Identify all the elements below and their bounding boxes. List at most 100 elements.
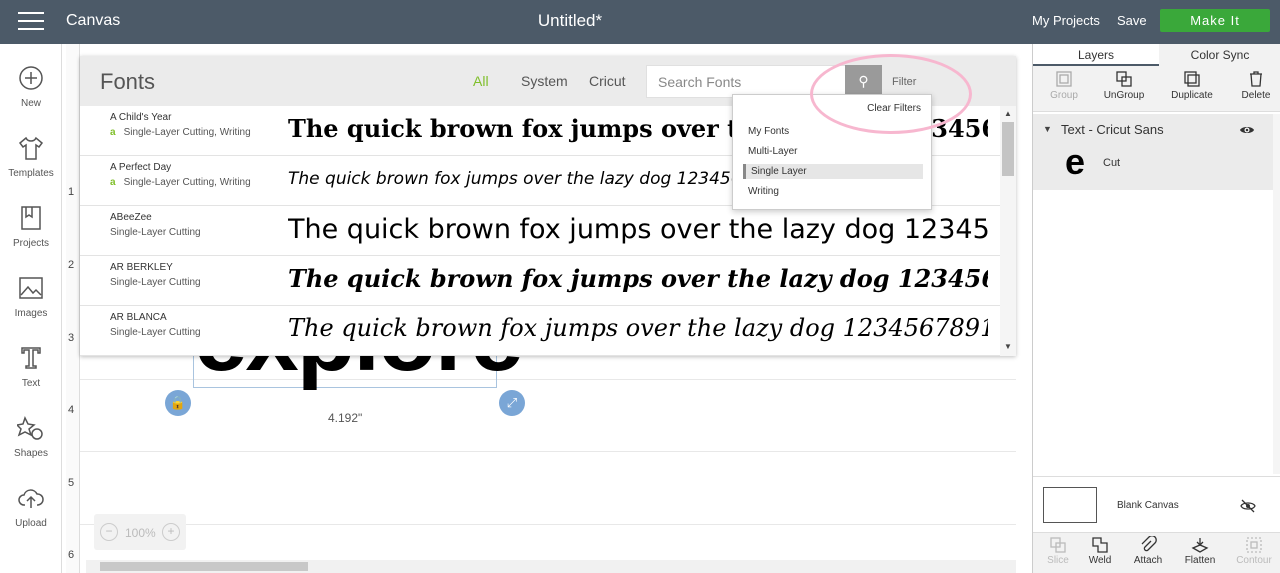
font-meta-text: Single-Layer Cutting, Writing — [123, 177, 251, 188]
ungroup-icon — [1116, 71, 1132, 87]
attach-label: Attach — [1133, 555, 1163, 566]
new-button[interactable]: New — [0, 64, 62, 109]
ungroup-label: UnGroup — [1103, 90, 1145, 101]
tab-color-sync[interactable]: Color Sync — [1159, 44, 1280, 66]
new-label: New — [20, 98, 41, 109]
layers-scrollbar[interactable] — [1273, 114, 1280, 474]
blank-canvas-row[interactable]: Blank Canvas — [1033, 476, 1280, 532]
font-row-abeezee[interactable]: ABeeZee Single-Layer Cutting The quick b… — [80, 206, 1000, 256]
duplicate-button[interactable]: Duplicate — [1161, 70, 1223, 101]
font-name: A Child's Year — [110, 112, 172, 123]
tshirt-icon — [0, 134, 62, 164]
blank-canvas-label: Blank Canvas — [1117, 500, 1179, 511]
right-panel-tabs: Layers Color Sync — [1033, 44, 1280, 66]
text-label: Text — [21, 378, 41, 389]
projects-button[interactable]: Projects — [0, 204, 62, 249]
trash-icon — [1250, 71, 1262, 87]
app-root: Canvas Untitled* My Projects Save Make I… — [0, 0, 1280, 573]
highlight-circle — [810, 54, 972, 134]
caret-down-icon[interactable]: ▼ — [1043, 124, 1052, 134]
filter-option-multi-layer[interactable]: Multi-Layer — [743, 144, 923, 159]
blank-canvas-swatch[interactable] — [1043, 487, 1097, 523]
eye-icon[interactable] — [1239, 122, 1255, 138]
scroll-down-icon[interactable]: ▼ — [1004, 342, 1012, 351]
font-sample: The quick brown fox jumps over the lazy … — [288, 314, 988, 342]
tab-system[interactable]: System — [521, 73, 568, 89]
ruler-mark: 3 — [68, 332, 75, 344]
width-label: 4.192" — [328, 411, 363, 425]
tab-layers[interactable]: Layers — [1033, 44, 1159, 66]
upload-button[interactable]: Upload — [0, 484, 62, 529]
group-icon — [1056, 71, 1072, 87]
font-meta: Single-Layer Cutting — [110, 277, 201, 288]
text-icon — [0, 344, 62, 374]
flatten-icon — [1191, 538, 1209, 553]
hidden-eye-icon[interactable] — [1239, 497, 1257, 515]
scrollbar-thumb[interactable] — [1002, 122, 1014, 176]
upload-label: Upload — [15, 518, 47, 529]
plus-circle-icon — [0, 64, 62, 94]
shapes-button[interactable]: Shapes — [0, 414, 62, 459]
font-name: A Perfect Day — [110, 162, 172, 173]
lock-icon[interactable]: 🔒 — [165, 390, 191, 416]
resize-handle-icon[interactable]: ⤢ — [499, 390, 525, 416]
make-it-button[interactable]: Make It — [1160, 9, 1270, 32]
contour-icon — [1246, 537, 1262, 553]
zoom-out-button[interactable]: − — [100, 523, 118, 541]
font-meta: a Single-Layer Cutting, Writing — [110, 177, 251, 188]
duplicate-icon — [1184, 71, 1200, 87]
ruler-mark: 1 — [68, 186, 75, 198]
flatten-label: Flatten — [1184, 555, 1216, 566]
my-projects-link[interactable]: My Projects — [1032, 13, 1100, 28]
font-row-ar-blanca[interactable]: AR BLANCA Single-Layer Cutting The quick… — [80, 306, 1000, 356]
delete-label: Delete — [1241, 90, 1271, 101]
shapes-icon — [0, 414, 62, 444]
grid-line — [80, 524, 1016, 525]
filter-option-writing[interactable]: Writing — [743, 184, 923, 199]
images-button[interactable]: Images — [0, 274, 62, 319]
document-title[interactable]: Untitled* — [0, 11, 1140, 31]
layer-thumbnail: e — [1065, 141, 1086, 182]
tab-cricut[interactable]: Cricut — [589, 73, 626, 89]
zoom-in-button[interactable]: + — [162, 523, 180, 541]
font-meta: Single-Layer Cutting — [110, 327, 201, 338]
filter-option-single-layer[interactable]: Single Layer — [743, 164, 923, 179]
duplicate-label: Duplicate — [1171, 90, 1213, 101]
shapes-label: Shapes — [14, 448, 48, 459]
scrollbar-thumb[interactable] — [100, 562, 308, 571]
ruler-mark: 2 — [68, 259, 75, 271]
font-meta-text: Single-Layer Cutting, Writing — [123, 127, 251, 138]
ruler-mark: 6 — [68, 549, 75, 561]
templates-button[interactable]: Templates — [0, 134, 62, 179]
grid-line — [80, 451, 1016, 452]
upload-cloud-icon — [0, 484, 62, 514]
layer-operation[interactable]: Cut — [1103, 157, 1120, 169]
top-bar: Canvas Untitled* My Projects Save Make I… — [0, 0, 1280, 44]
ungroup-button[interactable]: UnGroup — [1093, 70, 1155, 101]
tab-all[interactable]: All — [473, 73, 489, 89]
scroll-up-icon[interactable]: ▲ — [1004, 109, 1012, 118]
text-button[interactable]: Text — [0, 344, 62, 389]
left-toolbar: New Templates Projects Images Text Shape… — [0, 44, 62, 573]
attach-button[interactable]: Attach — [1123, 536, 1173, 566]
font-list-scrollbar[interactable]: ▲ ▼ — [1000, 106, 1016, 356]
font-meta: a Single-Layer Cutting, Writing — [110, 127, 251, 138]
delete-button[interactable]: Delete — [1225, 70, 1280, 101]
book-icon — [0, 204, 62, 234]
font-name: AR BLANCA — [110, 312, 167, 323]
weld-button[interactable]: Weld — [1075, 536, 1125, 566]
font-row-ar-berkley[interactable]: AR BERKLEY Single-Layer Cutting The quic… — [80, 256, 1000, 306]
contour-button[interactable]: Contour — [1229, 536, 1279, 566]
group-button[interactable]: Group — [1033, 70, 1095, 101]
flatten-button[interactable]: Flatten — [1175, 536, 1225, 566]
horizontal-scrollbar[interactable] — [86, 560, 1016, 573]
weld-label: Weld — [1088, 555, 1112, 566]
fonts-title: Fonts — [100, 69, 156, 94]
group-label: Group — [1050, 90, 1078, 101]
right-panel: Layers Color Sync Group UnGroup Duplicat… — [1032, 44, 1280, 573]
image-icon — [0, 274, 62, 304]
vertical-ruler — [66, 44, 80, 573]
zoom-level: 100% — [125, 526, 156, 540]
save-button[interactable]: Save — [1117, 13, 1147, 28]
layer-group[interactable]: ▼ Text - Cricut Sans e Cut — [1033, 114, 1273, 190]
